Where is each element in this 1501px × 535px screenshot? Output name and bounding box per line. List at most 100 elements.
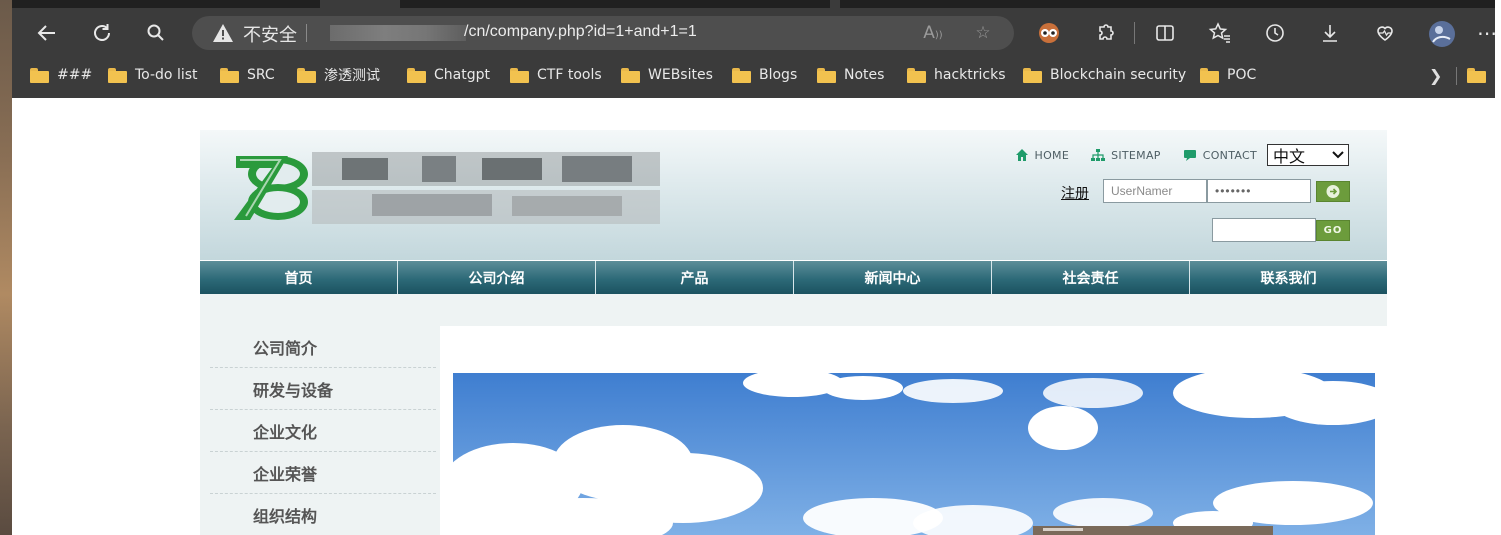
history-icon[interactable] [1262, 20, 1288, 46]
sidebar-item-profile[interactable]: 公司简介 [210, 326, 436, 368]
extensions-icon[interactable] [1092, 20, 1118, 46]
redacted-domain [330, 25, 466, 41]
favorites-icon[interactable] [1207, 20, 1233, 46]
folder-icon [621, 67, 640, 83]
home-link[interactable]: HOME [1015, 148, 1070, 162]
refresh-icon[interactable] [89, 20, 115, 46]
browser-chrome: 不安全 /cn/company.php?id=1+and+1=1 A)) ☆ ⋯… [12, 0, 1497, 98]
nav-news[interactable]: 新闻中心 [794, 261, 992, 294]
sitemap-label: SITEMAP [1111, 148, 1161, 162]
sidebar-item-rnd[interactable]: 研发与设备 [210, 368, 436, 410]
folder-icon [297, 67, 316, 83]
contact-label: CONTACT [1202, 148, 1257, 162]
contact-icon [1183, 150, 1196, 161]
redacted-company-name [312, 148, 698, 226]
security-status-label[interactable]: 不安全 [243, 21, 297, 47]
bookmark-label: To-do list [135, 67, 198, 83]
bookmark-folder[interactable]: WEBsites [621, 64, 713, 86]
top-links: HOME SITEMAP CONTACT 中文 [993, 144, 1349, 166]
favorite-star-icon[interactable]: ☆ [971, 21, 995, 45]
nav-products[interactable]: 产品 [596, 261, 794, 294]
language-value: 中文 [1273, 147, 1306, 166]
content-area: 公司简介 研发与设备 企业文化 企业荣誉 组织结构 [200, 294, 1387, 535]
extension-owl-icon[interactable] [1036, 20, 1062, 46]
bookmark-folder[interactable]: SRC [220, 64, 275, 86]
chevron-right-icon[interactable]: ❯ [1429, 66, 1442, 85]
split-screen-icon[interactable] [1152, 20, 1178, 46]
nav-contact[interactable]: 联系我们 [1190, 261, 1387, 294]
home-icon [1015, 149, 1028, 161]
sidebar-item-honors[interactable]: 企业荣誉 [210, 452, 436, 494]
bookmark-label: SRC [247, 67, 275, 83]
site-header: HOME SITEMAP CONTACT 中文 注册 UserNamer •••… [200, 130, 1387, 260]
sidebar-item-culture[interactable]: 企业文化 [210, 410, 436, 452]
search-go-button[interactable]: GO [1316, 220, 1350, 241]
folder-icon [108, 67, 127, 83]
bookmark-folder[interactable]: Notes [817, 64, 884, 86]
bookmarks-divider [1456, 67, 1457, 85]
company-logo-icon[interactable] [232, 152, 310, 224]
bookmark-folder[interactable]: To-do list [108, 64, 198, 86]
site-search-input[interactable] [1212, 218, 1316, 242]
heart-health-icon[interactable] [1372, 20, 1398, 46]
folder-icon [817, 67, 836, 83]
company-website: HOME SITEMAP CONTACT 中文 注册 UserNamer •••… [200, 130, 1387, 535]
main-navigation: 首页 公司介绍 产品 新闻中心 社会责任 联系我们 [200, 261, 1387, 294]
bookmark-folder[interactable]: CTF tools [510, 64, 602, 86]
bookmark-label: Blockchain security [1050, 67, 1187, 83]
folder-icon [732, 67, 751, 83]
toolbar-divider [1134, 22, 1135, 44]
bookmark-label: 渗透测试 [324, 68, 380, 84]
nav-home[interactable]: 首页 [200, 261, 398, 294]
home-label: HOME [1034, 148, 1070, 162]
register-link[interactable]: 注册 [1061, 183, 1089, 203]
more-icon[interactable]: ⋯ [1474, 20, 1500, 46]
search-icon[interactable] [143, 20, 169, 46]
bookmark-folder[interactable]: Chatgpt [407, 64, 490, 86]
other-favorites-folder[interactable] [1467, 64, 1494, 86]
sidebar-item-organization[interactable]: 组织结构 [210, 494, 436, 535]
bookmark-folder[interactable]: Blogs [732, 64, 797, 86]
folder-icon [1023, 67, 1042, 83]
sitemap-icon [1091, 149, 1106, 161]
nav-about[interactable]: 公司介绍 [398, 261, 596, 294]
password-input[interactable]: ••••••• [1207, 179, 1311, 203]
arrow-right-icon [1326, 185, 1340, 198]
main-panel [440, 326, 1387, 535]
bookmark-folder[interactable]: hacktricks [907, 64, 1006, 86]
browser-toolbar: 不安全 /cn/company.php?id=1+and+1=1 A)) ☆ ⋯ [12, 8, 1497, 58]
bookmark-label: Blogs [759, 67, 798, 83]
sitemap-link[interactable]: SITEMAP [1091, 148, 1161, 162]
language-select[interactable]: 中文 [1267, 144, 1349, 166]
bookmark-label: ### [57, 67, 93, 83]
username-input[interactable]: UserNamer [1103, 179, 1207, 203]
read-aloud-icon[interactable]: A)) [921, 21, 945, 45]
chevron-down-icon [1332, 151, 1344, 159]
bookmark-label: hacktricks [934, 67, 1006, 83]
warning-icon[interactable] [212, 22, 234, 44]
folder-icon [407, 67, 426, 83]
folder-icon [907, 67, 926, 83]
address-divider [306, 24, 307, 42]
download-icon[interactable] [1317, 20, 1343, 46]
company-banner-image [453, 373, 1375, 535]
folder-icon [1200, 67, 1219, 83]
login-button[interactable] [1316, 181, 1350, 202]
bookmark-label: Notes [844, 67, 885, 83]
folder-icon [30, 67, 49, 83]
bookmark-folder[interactable]: POC [1200, 64, 1256, 86]
bookmark-folder[interactable]: ### [30, 64, 92, 86]
back-arrow-icon[interactable] [34, 20, 60, 46]
contact-link[interactable]: CONTACT [1183, 148, 1257, 162]
url-text[interactable]: /cn/company.php?id=1+and+1=1 [464, 23, 697, 41]
profile-avatar-icon[interactable] [1428, 20, 1455, 47]
bookmark-label: POC [1227, 67, 1257, 83]
bookmark-folder[interactable]: Blockchain security [1023, 64, 1186, 86]
nav-social-responsibility[interactable]: 社会责任 [992, 261, 1190, 294]
bookmark-folder[interactable]: 渗透测试 [297, 64, 380, 86]
folder-icon [220, 67, 239, 83]
address-bar[interactable]: 不安全 /cn/company.php?id=1+and+1=1 A)) ☆ [192, 16, 1014, 50]
bookmark-label: Chatgpt [434, 67, 490, 83]
tab-strip [12, 0, 1495, 8]
folder-icon [1467, 67, 1486, 83]
